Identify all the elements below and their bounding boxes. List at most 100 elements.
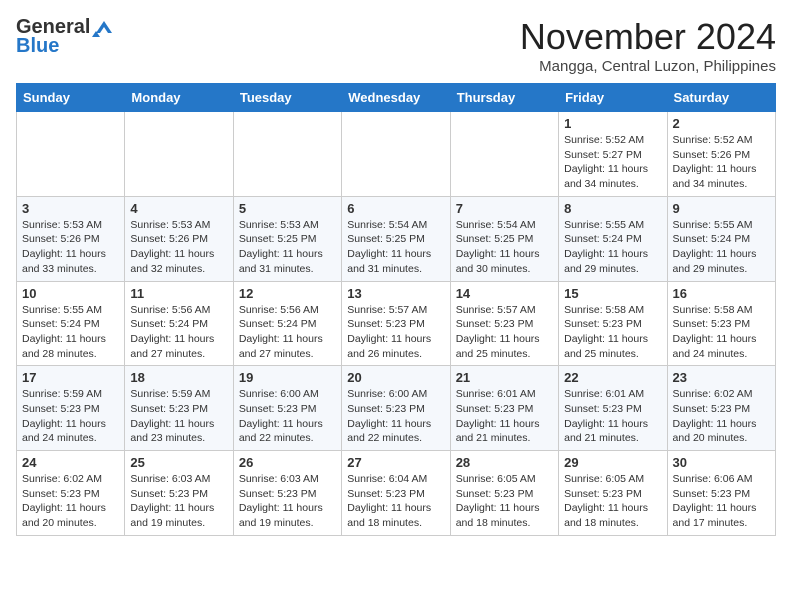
page-header: General Blue November 2024 Mangga, Centr… xyxy=(16,16,776,75)
month-title: November 2024 xyxy=(520,16,776,58)
calendar-cell: 9Sunrise: 5:55 AMSunset: 5:24 PMDaylight… xyxy=(667,196,775,281)
day-info: Sunrise: 6:02 AMSunset: 5:23 PMDaylight:… xyxy=(22,472,119,531)
calendar-week-row: 3 Sunrise: 5:53 AMSunset: 5:26 PMDaylight… xyxy=(17,196,776,281)
day-number: 28 xyxy=(456,455,553,470)
calendar-week-row: 17 Sunrise: 5:59 AMSunset: 5:23 PMDayligh… xyxy=(17,366,776,451)
day-info: Sunrise: 6:00 AMSunset: 5:23 PMDaylight:… xyxy=(239,387,336,446)
calendar-cell: 30 Sunrise: 6:06 AMSunset: 5:23 PMDayligh… xyxy=(667,451,775,536)
calendar-cell: 7Sunrise: 5:54 AMSunset: 5:25 PMDaylight… xyxy=(450,196,558,281)
calendar-cell: 24 Sunrise: 6:02 AMSunset: 5:23 PMDayligh… xyxy=(17,451,125,536)
day-info: Sunrise: 5:53 AMSunset: 5:26 PMDaylight:… xyxy=(130,218,227,277)
day-number: 24 xyxy=(22,455,119,470)
day-info: Sunrise: 6:00 AMSunset: 5:23 PMDaylight:… xyxy=(347,387,444,446)
calendar-cell: 21 Sunrise: 6:01 AMSunset: 5:23 PMDayligh… xyxy=(450,366,558,451)
calendar-cell: 17 Sunrise: 5:59 AMSunset: 5:23 PMDayligh… xyxy=(17,366,125,451)
day-info: Sunrise: 5:57 AMSunset: 5:23 PMDaylight:… xyxy=(347,303,444,362)
calendar-cell xyxy=(17,112,125,197)
day-info: Sunrise: 6:02 AMSunset: 5:23 PMDaylight:… xyxy=(673,387,770,446)
day-number: 16 xyxy=(673,286,770,301)
day-info: Sunrise: 5:53 AMSunset: 5:26 PMDaylight:… xyxy=(22,218,119,277)
calendar-table: SundayMondayTuesdayWednesdayThursdayFrid… xyxy=(16,83,776,536)
calendar-cell: 26 Sunrise: 6:03 AMSunset: 5:23 PMDayligh… xyxy=(233,451,341,536)
day-number: 22 xyxy=(564,370,661,385)
day-info: Sunrise: 6:03 AMSunset: 5:23 PMDaylight:… xyxy=(130,472,227,531)
day-number: 5 xyxy=(239,201,336,216)
day-number: 10 xyxy=(22,286,119,301)
calendar-cell: 15 Sunrise: 5:58 AMSunset: 5:23 PMDayligh… xyxy=(559,281,667,366)
calendar-cell: 22Sunrise: 6:01 AMSunset: 5:23 PMDayligh… xyxy=(559,366,667,451)
calendar-cell: 27Sunrise: 6:04 AMSunset: 5:23 PMDayligh… xyxy=(342,451,450,536)
logo-icon xyxy=(92,19,114,37)
day-number: 1 xyxy=(564,116,661,131)
calendar-cell: 1 Sunrise: 5:52 AMSunset: 5:27 PMDaylight… xyxy=(559,112,667,197)
logo-blue: Blue xyxy=(16,35,59,58)
day-info: Sunrise: 5:52 AMSunset: 5:27 PMDaylight:… xyxy=(564,133,661,192)
day-info: Sunrise: 5:57 AMSunset: 5:23 PMDaylight:… xyxy=(456,303,553,362)
calendar-cell: 5 Sunrise: 5:53 AMSunset: 5:25 PMDaylight… xyxy=(233,196,341,281)
day-info: Sunrise: 6:01 AMSunset: 5:23 PMDaylight:… xyxy=(456,387,553,446)
day-number: 21 xyxy=(456,370,553,385)
day-number: 13 xyxy=(347,286,444,301)
day-info: Sunrise: 5:52 AMSunset: 5:26 PMDaylight:… xyxy=(673,133,770,192)
weekday-header-saturday: Saturday xyxy=(667,84,775,112)
day-info: Sunrise: 6:03 AMSunset: 5:23 PMDaylight:… xyxy=(239,472,336,531)
day-number: 15 xyxy=(564,286,661,301)
calendar-cell: 10 Sunrise: 5:55 AMSunset: 5:24 PMDayligh… xyxy=(17,281,125,366)
day-info: Sunrise: 5:59 AMSunset: 5:23 PMDaylight:… xyxy=(130,387,227,446)
calendar-week-row: 1 Sunrise: 5:52 AMSunset: 5:27 PMDaylight… xyxy=(17,112,776,197)
calendar-cell xyxy=(233,112,341,197)
day-number: 26 xyxy=(239,455,336,470)
calendar-cell: 11 Sunrise: 5:56 AMSunset: 5:24 PMDayligh… xyxy=(125,281,233,366)
day-number: 3 xyxy=(22,201,119,216)
day-info: Sunrise: 5:55 AMSunset: 5:24 PMDaylight:… xyxy=(564,218,661,277)
calendar-cell: 3 Sunrise: 5:53 AMSunset: 5:26 PMDaylight… xyxy=(17,196,125,281)
calendar-cell: 14 Sunrise: 5:57 AMSunset: 5:23 PMDayligh… xyxy=(450,281,558,366)
calendar-cell: 16Sunrise: 5:58 AMSunset: 5:23 PMDayligh… xyxy=(667,281,775,366)
calendar-cell: 18Sunrise: 5:59 AMSunset: 5:23 PMDayligh… xyxy=(125,366,233,451)
day-number: 14 xyxy=(456,286,553,301)
day-info: Sunrise: 5:58 AMSunset: 5:23 PMDaylight:… xyxy=(564,303,661,362)
weekday-header-sunday: Sunday xyxy=(17,84,125,112)
day-info: Sunrise: 6:06 AMSunset: 5:23 PMDaylight:… xyxy=(673,472,770,531)
calendar-cell: 25 Sunrise: 6:03 AMSunset: 5:23 PMDayligh… xyxy=(125,451,233,536)
calendar-cell: 8Sunrise: 5:55 AMSunset: 5:24 PMDaylight… xyxy=(559,196,667,281)
weekday-header-thursday: Thursday xyxy=(450,84,558,112)
calendar-cell xyxy=(342,112,450,197)
weekday-header-monday: Monday xyxy=(125,84,233,112)
day-info: Sunrise: 5:59 AMSunset: 5:23 PMDaylight:… xyxy=(22,387,119,446)
calendar-week-row: 24 Sunrise: 6:02 AMSunset: 5:23 PMDayligh… xyxy=(17,451,776,536)
day-number: 19 xyxy=(239,370,336,385)
day-info: Sunrise: 5:56 AMSunset: 5:24 PMDaylight:… xyxy=(130,303,227,362)
day-info: Sunrise: 5:53 AMSunset: 5:25 PMDaylight:… xyxy=(239,218,336,277)
day-number: 27 xyxy=(347,455,444,470)
day-info: Sunrise: 5:54 AMSunset: 5:25 PMDaylight:… xyxy=(456,218,553,277)
calendar-cell: 19 Sunrise: 6:00 AMSunset: 5:23 PMDayligh… xyxy=(233,366,341,451)
day-number: 2 xyxy=(673,116,770,131)
weekday-header-tuesday: Tuesday xyxy=(233,84,341,112)
day-number: 29 xyxy=(564,455,661,470)
day-number: 4 xyxy=(130,201,227,216)
day-info: Sunrise: 6:05 AMSunset: 5:23 PMDaylight:… xyxy=(564,472,661,531)
day-info: Sunrise: 6:05 AMSunset: 5:23 PMDaylight:… xyxy=(456,472,553,531)
calendar-cell: 29 Sunrise: 6:05 AMSunset: 5:23 PMDayligh… xyxy=(559,451,667,536)
title-block: November 2024 Mangga, Central Luzon, Phi… xyxy=(520,16,776,75)
calendar-cell: 12Sunrise: 5:56 AMSunset: 5:24 PMDayligh… xyxy=(233,281,341,366)
day-number: 25 xyxy=(130,455,227,470)
day-info: Sunrise: 5:54 AMSunset: 5:25 PMDaylight:… xyxy=(347,218,444,277)
calendar-cell: 23 Sunrise: 6:02 AMSunset: 5:23 PMDayligh… xyxy=(667,366,775,451)
day-number: 30 xyxy=(673,455,770,470)
calendar-cell: 2 Sunrise: 5:52 AMSunset: 5:26 PMDaylight… xyxy=(667,112,775,197)
calendar-week-row: 10 Sunrise: 5:55 AMSunset: 5:24 PMDayligh… xyxy=(17,281,776,366)
day-info: Sunrise: 5:55 AMSunset: 5:24 PMDaylight:… xyxy=(22,303,119,362)
day-number: 17 xyxy=(22,370,119,385)
weekday-header-row: SundayMondayTuesdayWednesdayThursdayFrid… xyxy=(17,84,776,112)
day-info: Sunrise: 5:56 AMSunset: 5:24 PMDaylight:… xyxy=(239,303,336,362)
day-number: 20 xyxy=(347,370,444,385)
calendar-cell xyxy=(125,112,233,197)
calendar-cell: 4 Sunrise: 5:53 AMSunset: 5:26 PMDaylight… xyxy=(125,196,233,281)
location-subtitle: Mangga, Central Luzon, Philippines xyxy=(520,58,776,75)
day-number: 11 xyxy=(130,286,227,301)
day-info: Sunrise: 5:55 AMSunset: 5:24 PMDaylight:… xyxy=(673,218,770,277)
day-number: 23 xyxy=(673,370,770,385)
calendar-cell xyxy=(450,112,558,197)
